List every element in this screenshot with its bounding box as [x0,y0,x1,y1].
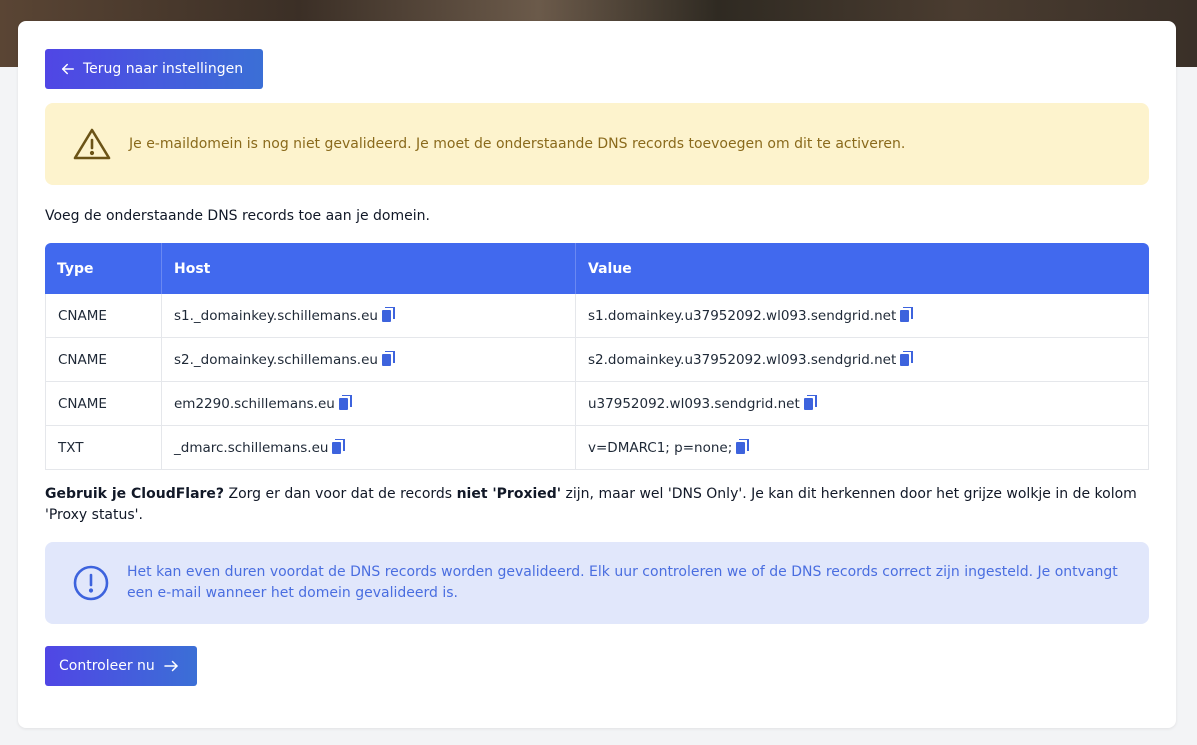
record-type: CNAME [45,294,162,338]
record-host: em2290.schillemans.eu [174,396,335,412]
dns-settings-card: Terug naar instellingen Je e-maildomein … [18,21,1176,728]
record-host: s2._domainkey.schillemans.eu [174,352,378,368]
record-value-cell: u37952092.wl093.sendgrid.net [576,382,1149,426]
copy-icon[interactable] [803,395,817,410]
table-row: CNAME em2290.schillemans.eu u37952092.wl… [45,382,1149,426]
warning-triangle-icon [73,128,111,160]
column-header-value: Value [576,243,1149,294]
record-type: CNAME [45,382,162,426]
dns-records-table: Type Host Value CNAME s1._domainkey.schi… [45,243,1149,470]
column-header-host: Host [162,243,576,294]
arrow-left-icon [62,63,74,75]
intro-text: Voeg de onderstaande DNS records toe aan… [45,208,430,224]
validation-info-alert: Het kan even duren voordat de DNS record… [45,542,1149,624]
record-host-cell: _dmarc.schillemans.eu [162,426,576,470]
check-button-label: Controleer nu [59,658,155,674]
column-header-type: Type [45,243,162,294]
arrow-right-icon [164,660,178,672]
copy-icon[interactable] [338,395,352,410]
record-value: s2.domainkey.u37952092.wl093.sendgrid.ne… [588,352,897,368]
table-row: CNAME s2._domainkey.schillemans.eu s2.do… [45,338,1149,382]
copy-icon[interactable] [736,439,750,454]
back-button-label: Terug naar instellingen [83,61,244,77]
not-proxied-emphasis: niet 'Proxied' [456,486,562,502]
table-header-row: Type Host Value [45,243,1149,294]
record-host: s1._domainkey.schillemans.eu [174,308,378,324]
cloudflare-question: Gebruik je CloudFlare? [45,486,225,502]
record-type: CNAME [45,338,162,382]
table-row: TXT _dmarc.schillemans.eu v=DMARC1; p=no… [45,426,1149,470]
copy-icon[interactable] [381,351,395,366]
record-value-cell: v=DMARC1; p=none; [576,426,1149,470]
record-host-cell: s1._domainkey.schillemans.eu [162,294,576,338]
validation-warning-alert: Je e-maildomein is nog niet gevalideerd.… [45,103,1149,185]
record-host-cell: em2290.schillemans.eu [162,382,576,426]
copy-icon[interactable] [900,307,914,322]
record-value: v=DMARC1; p=none; [588,440,733,456]
back-to-settings-button[interactable]: Terug naar instellingen [45,49,263,89]
check-now-button[interactable]: Controleer nu [45,646,197,686]
cloudflare-note: Gebruik je CloudFlare? Zorg er dan voor … [45,484,1149,526]
exclamation-circle-icon [73,565,109,601]
record-value: s1.domainkey.u37952092.wl093.sendgrid.ne… [588,308,897,324]
record-host-cell: s2._domainkey.schillemans.eu [162,338,576,382]
copy-icon[interactable] [900,351,914,366]
record-type: TXT [45,426,162,470]
record-value-cell: s1.domainkey.u37952092.wl093.sendgrid.ne… [576,294,1149,338]
record-host: _dmarc.schillemans.eu [174,440,329,456]
table-row: CNAME s1._domainkey.schillemans.eu s1.do… [45,294,1149,338]
cloudflare-text-1: Zorg er dan voor dat de records [224,486,457,502]
copy-icon[interactable] [381,307,395,322]
info-text: Het kan even duren voordat de DNS record… [127,564,1118,601]
record-value: u37952092.wl093.sendgrid.net [588,396,800,412]
copy-icon[interactable] [332,439,346,454]
record-value-cell: s2.domainkey.u37952092.wl093.sendgrid.ne… [576,338,1149,382]
warning-text: Je e-maildomein is nog niet gevalideerd.… [129,136,906,152]
